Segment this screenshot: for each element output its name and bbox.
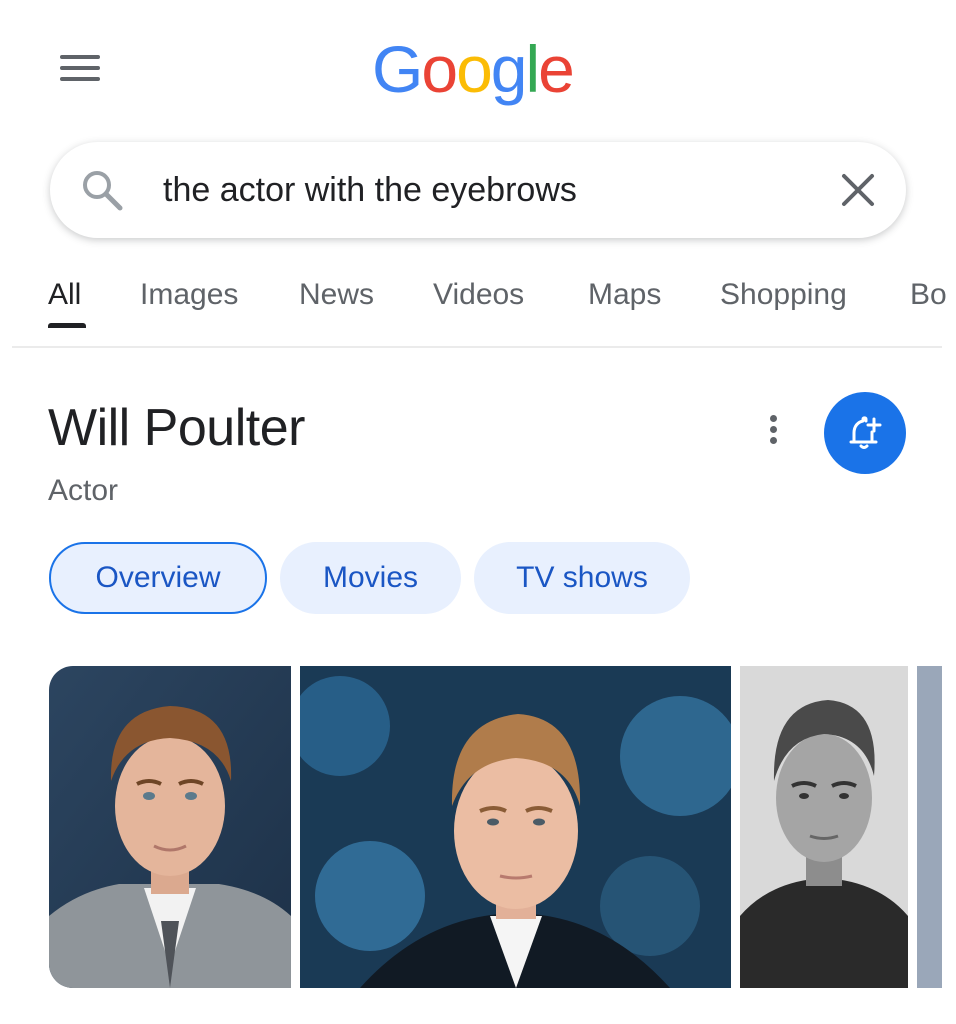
tab-shopping[interactable]: Shopping <box>720 278 847 312</box>
follow-button[interactable] <box>824 392 906 474</box>
logo-letter: g <box>490 32 528 106</box>
tabs-divider <box>12 346 942 348</box>
chip-overview[interactable]: Overview <box>49 542 267 614</box>
close-icon[interactable] <box>836 168 880 212</box>
search-tabs: All Images News Videos Maps Shopping Bo <box>0 270 956 350</box>
logo-letter: G <box>372 32 423 106</box>
bell-add-icon <box>849 416 882 449</box>
more-vert-icon[interactable] <box>760 412 786 452</box>
logo-letter: e <box>538 32 575 106</box>
search-input[interactable] <box>163 164 763 216</box>
logo-letter: o <box>421 32 458 106</box>
logo-letter: l <box>525 32 541 106</box>
entity-photo[interactable] <box>740 666 908 988</box>
logo-letter: o <box>456 32 493 106</box>
tab-maps[interactable]: Maps <box>588 278 661 312</box>
entity-photo[interactable] <box>300 666 731 988</box>
active-tab-indicator <box>48 323 86 328</box>
entity-title: Will Poulter <box>48 399 305 457</box>
chip-movies[interactable]: Movies <box>280 542 461 614</box>
search-results-page: Google All Images News Videos Maps Shopp… <box>0 0 956 1024</box>
search-icon[interactable] <box>80 168 124 212</box>
entity-photo[interactable] <box>917 666 942 988</box>
entity-subtitle: Actor <box>48 474 119 507</box>
tab-news[interactable]: News <box>299 278 374 312</box>
tab-books[interactable]: Bo <box>910 278 947 312</box>
tab-all[interactable]: All <box>48 278 81 312</box>
google-logo[interactable]: Google <box>372 24 575 114</box>
tab-videos[interactable]: Videos <box>433 278 524 312</box>
tab-images[interactable]: Images <box>140 278 238 312</box>
chip-tv-shows[interactable]: TV shows <box>474 542 690 614</box>
hamburger-menu-icon[interactable] <box>58 52 102 84</box>
entity-photo[interactable] <box>49 666 291 988</box>
